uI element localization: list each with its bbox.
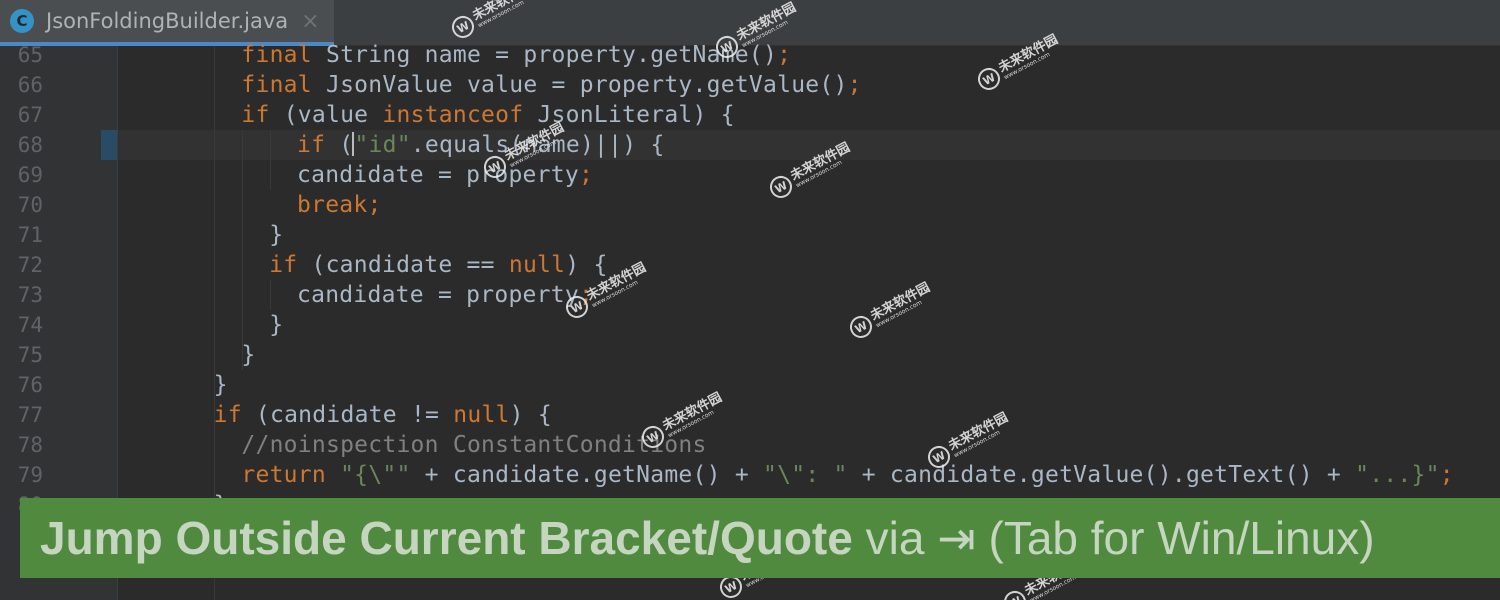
tip-title: Jump Outside Current Bracket/Quote [40, 512, 853, 564]
code-token: final [241, 72, 326, 98]
code-token: break; [297, 192, 382, 218]
line-number: 70 [17, 193, 43, 217]
line-number: 66 [17, 73, 43, 97]
code-token: //noinspection ConstantConditions [241, 432, 707, 458]
code-text: if (candidate != null) { [214, 400, 552, 430]
code-token: JsonLiteral) { [537, 102, 735, 128]
close-icon[interactable]: × [301, 9, 319, 34]
code-line[interactable]: 70 break; [0, 190, 1500, 220]
line-number: 77 [17, 403, 43, 427]
code-text: return "{\"" + candidate.getName() + "\"… [241, 460, 1453, 490]
code-token: ; [578, 162, 594, 188]
tip-text: Jump Outside Current Bracket/Quote via ⇥… [40, 511, 1375, 565]
code-token: null [453, 402, 510, 428]
code-line[interactable]: 78 //noinspection ConstantConditions [0, 430, 1500, 460]
code-token: ) { [565, 252, 608, 278]
line-number: 67 [17, 103, 43, 127]
code-token: String name = property.getName() [325, 42, 778, 68]
code-token: ; [847, 72, 862, 98]
code-token: if [213, 402, 256, 428]
code-line[interactable]: 67 if (value instanceof JsonLiteral) { [0, 100, 1500, 130]
code-token: ( [339, 132, 354, 158]
line-number: 79 [17, 463, 43, 487]
code-token: if [241, 102, 284, 128]
code-text: } [241, 340, 255, 370]
code-token: } [213, 372, 228, 398]
code-text: candidate = property; [297, 280, 593, 310]
code-text: //noinspection ConstantConditions [241, 430, 706, 460]
line-number: 68 [17, 133, 43, 157]
code-token: } [241, 342, 256, 368]
code-text: candidate = property; [297, 160, 593, 190]
line-number: 78 [17, 433, 43, 457]
code-token: "id" [354, 132, 411, 158]
code-line[interactable]: 75} [0, 340, 1500, 370]
code-token: (candidate == [311, 252, 509, 278]
code-token: (candidate != [255, 402, 454, 428]
code-token: ) { [509, 402, 552, 428]
code-token: + candidate.getName() + [410, 462, 764, 488]
code-text: break; [297, 190, 382, 220]
code-token: return [241, 462, 341, 488]
code-line[interactable]: 68 if ("id".equals(name)||) { [0, 130, 1500, 160]
code-text: final String name = property.getName(); [241, 40, 791, 70]
code-token: + candidate.getValue().getText() + [847, 462, 1356, 488]
code-token: if [297, 132, 340, 158]
code-text: if (candidate == null) { [269, 250, 607, 280]
tip-shortcut: via ⇥ (Tab for Win/Linux) [852, 512, 1375, 564]
line-number: 69 [17, 163, 43, 187]
code-line[interactable]: 74} [0, 310, 1500, 340]
code-text: } [214, 370, 228, 400]
code-token: instanceof [382, 102, 538, 128]
code-token: ) { [622, 132, 665, 158]
code-line[interactable]: 73 candidate = property; [0, 280, 1500, 310]
code-line[interactable]: 76} [0, 370, 1500, 400]
code-token: (value [283, 102, 383, 128]
code-token: ; [777, 42, 792, 68]
code-token: candidate = property [297, 282, 579, 308]
code-token: } [269, 312, 284, 338]
tip-banner: Jump Outside Current Bracket/Quote via ⇥… [20, 498, 1500, 578]
code-token: "{\"" [340, 462, 411, 488]
line-number: 74 [17, 313, 43, 337]
line-number: 72 [17, 253, 43, 277]
java-class-icon: C [10, 9, 34, 33]
line-number: 73 [17, 283, 43, 307]
code-text: if (value instanceof JsonLiteral) { [241, 100, 734, 130]
code-text: final JsonValue value = property.getValu… [241, 70, 861, 100]
code-token: null [508, 252, 566, 278]
line-number: 65 [17, 43, 43, 67]
code-line[interactable]: 71} [0, 220, 1500, 250]
code-token: "...}" [1355, 462, 1440, 488]
code-text: if ("id".equals(name)||) { [297, 130, 665, 160]
code-line[interactable]: 72 if (candidate == null) { [0, 250, 1500, 280]
code-token: final [241, 42, 326, 68]
tab-label: JsonFoldingBuilder.java [46, 9, 289, 33]
code-token: candidate = property [297, 162, 579, 188]
line-number: 75 [17, 343, 43, 367]
code-token: ; [1439, 462, 1454, 488]
code-text: } [269, 220, 283, 250]
code-token: if [269, 252, 312, 278]
code-text: } [269, 310, 283, 340]
line-number: 71 [17, 223, 43, 247]
code-line[interactable]: 69 candidate = property; [0, 160, 1500, 190]
code-token: JsonValue value = property.getValue() [325, 72, 848, 98]
line-number: 76 [17, 373, 43, 397]
code-token: "\": " [763, 462, 848, 488]
code-line[interactable]: 66 final JsonValue value = property.getVa… [0, 70, 1500, 100]
code-line[interactable]: 79 return "{\"" + candidate.getName() + "… [0, 460, 1500, 490]
code-token: } [269, 222, 284, 248]
code-line[interactable]: 77 if (candidate != null) { [0, 400, 1500, 430]
